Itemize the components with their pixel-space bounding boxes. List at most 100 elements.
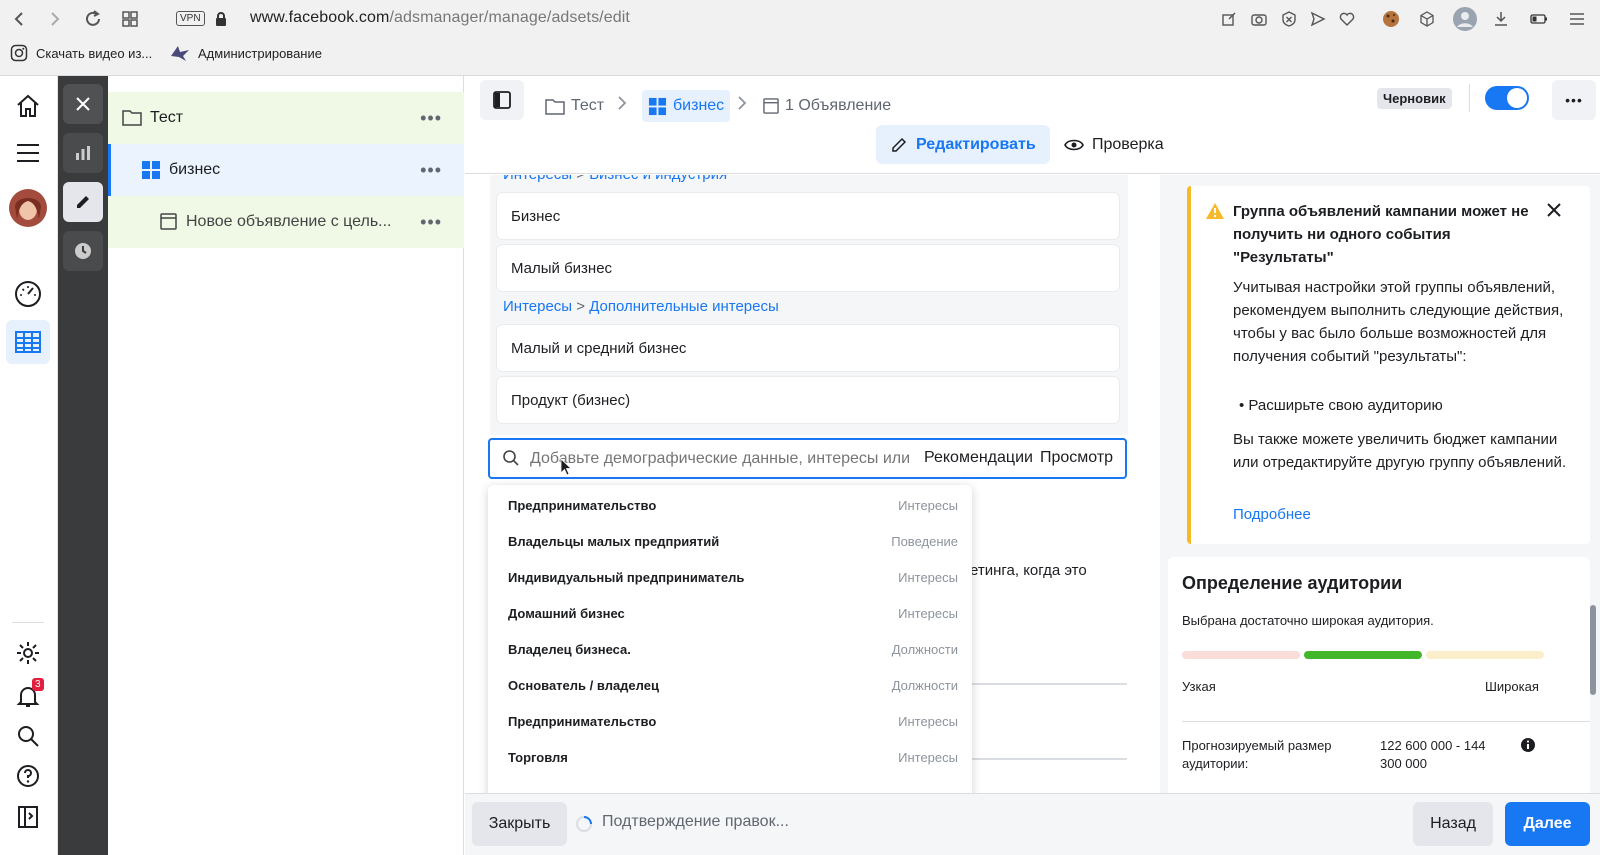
close-icon[interactable] [1546,202,1562,218]
download-icon[interactable] [1490,8,1512,30]
lock-icon [210,8,232,30]
forward-icon[interactable] [44,8,66,30]
suggestion-item[interactable]: Владелец бизнеса. Должности [488,631,972,667]
battery-icon [1528,8,1550,30]
tree-campaign[interactable]: Тест ••• [108,92,464,144]
interest-search-field[interactable]: Рекомендации Просмотр [488,438,1127,479]
back-icon[interactable] [8,8,30,30]
suggestion-category: Интересы [898,497,958,513]
tab-label: Проверка [1092,135,1164,153]
avatar[interactable] [6,186,50,230]
back-button[interactable]: Назад [1413,802,1493,846]
ads-manager-icon[interactable] [6,320,50,364]
more-icon[interactable]: ••• [1552,80,1596,120]
divider [12,622,44,623]
address-bar[interactable]: www.facebook.com/adsmanager/manage/adset… [250,9,630,27]
home-icon[interactable] [6,84,50,128]
breadcrumb-campaign[interactable]: Тест [545,90,604,122]
breadcrumb-label: бизнес [673,97,725,114]
tree-ad[interactable]: Новое объявление с цель... ••• [108,196,464,248]
suggestion-category: Интересы [898,749,958,765]
meter-active-segment [1304,651,1422,659]
status-badge: Черновик [1377,88,1452,109]
more-icon[interactable]: ••• [420,212,442,233]
send-icon[interactable] [1307,8,1329,30]
tab-edit[interactable]: Редактировать [876,125,1050,164]
interest-item[interactable]: Бизнес [497,193,1119,239]
info-icon[interactable] [1520,737,1536,753]
menu-icon[interactable] [1566,8,1588,30]
suggestion-name: Владельцы малых предприятий [508,533,720,549]
divider [1182,721,1590,722]
breadcrumb-adset[interactable]: бизнес [642,90,731,122]
history-icon[interactable] [63,231,103,271]
reload-icon[interactable] [82,8,104,30]
suggestion-item[interactable]: Основатель / владелец Должности [488,667,972,703]
meter-narrow-segment [1182,651,1300,659]
hamburger-icon[interactable] [6,131,50,175]
interest-label: Бизнес [511,207,561,225]
eye-icon [1064,138,1084,152]
audience-title: Определение аудитории [1182,573,1403,593]
tree-adset[interactable]: бизнес ••• [108,144,464,196]
performance-icon[interactable] [6,272,50,316]
shark-icon [170,44,190,62]
tab-review[interactable]: Проверка [1050,125,1178,164]
active-toggle[interactable] [1485,86,1529,110]
breadcrumb-ad[interactable]: 1 Объявление [763,90,891,122]
learn-more-link[interactable]: Подробнее [1233,506,1311,523]
vpn-badge[interactable]: VPN [176,11,205,26]
bookmark-admin[interactable]: Администрирование [170,44,322,62]
search-input[interactable] [530,447,915,471]
grid-icon[interactable] [119,8,141,30]
help-icon[interactable] [6,754,50,798]
suggestion-item[interactable]: Владельцы малых предприятий Поведение [488,523,972,559]
path-link[interactable]: Интересы [503,175,572,183]
edit-page-icon[interactable] [1218,8,1240,30]
editor-tools-bar [58,76,108,855]
suggestion-item[interactable]: Предпринимательство Интересы [488,703,972,739]
search-icon[interactable] [6,714,50,758]
close-button[interactable]: Закрыть [472,802,567,846]
suggestion-item[interactable]: Предпринимательство Интересы [488,487,972,523]
suggestion-item[interactable]: Домашний бизнес Интересы [488,595,972,631]
chart-icon[interactable] [63,133,103,173]
suggestion-category: Интересы [898,605,958,621]
scrollbar[interactable] [1590,605,1596,695]
ad-icon [160,213,177,230]
edit-icon[interactable] [63,182,103,222]
more-icon[interactable]: ••• [420,108,442,129]
cookie-icon[interactable] [1380,8,1402,30]
interest-item[interactable]: Малый бизнес [497,245,1119,291]
path-link[interactable]: Дополнительные интересы [589,298,779,315]
more-icon[interactable]: ••• [420,160,442,181]
sidebar-toggle-icon[interactable] [480,80,524,120]
suggestion-item[interactable]: Торговля Интересы [488,739,972,775]
spinner-icon [575,815,593,833]
adset-grid-icon [648,97,667,116]
profile-avatar-icon[interactable] [1452,6,1478,32]
path-link[interactable]: Интересы [503,298,572,315]
audience-size-value: 122 600 000 - 144 300 000 [1380,738,1486,771]
bookmark-video[interactable]: Скачать видео из... [10,44,152,62]
instagram-icon [10,44,28,62]
report-icon[interactable] [6,795,50,839]
heart-icon[interactable] [1336,8,1358,30]
suggestion-category: Поведение [891,533,958,549]
cube-icon[interactable] [1416,8,1438,30]
recommendations-button[interactable]: Рекомендации [924,449,1033,467]
settings-icon[interactable] [6,631,50,675]
interest-item[interactable]: Продукт (бизнес) [497,377,1119,423]
close-icon[interactable] [63,84,103,124]
suggestion-item[interactable]: Индивидуальный предприниматель Интересы [488,559,972,595]
audience-card: Определение аудитории Выбрана достаточно… [1168,557,1590,795]
bookmark-label: Администрирование [198,45,322,61]
notifications-icon[interactable]: 3 [6,674,50,718]
path-link[interactable]: Бизнес и индустрия [589,175,727,183]
shield-icon[interactable] [1278,8,1300,30]
next-button[interactable]: Далее [1505,802,1590,846]
path-separator: > [576,298,586,315]
camera-icon[interactable] [1248,8,1270,30]
interest-item[interactable]: Малый и средний бизнес [497,325,1119,371]
browse-button[interactable]: Просмотр [1040,449,1113,467]
